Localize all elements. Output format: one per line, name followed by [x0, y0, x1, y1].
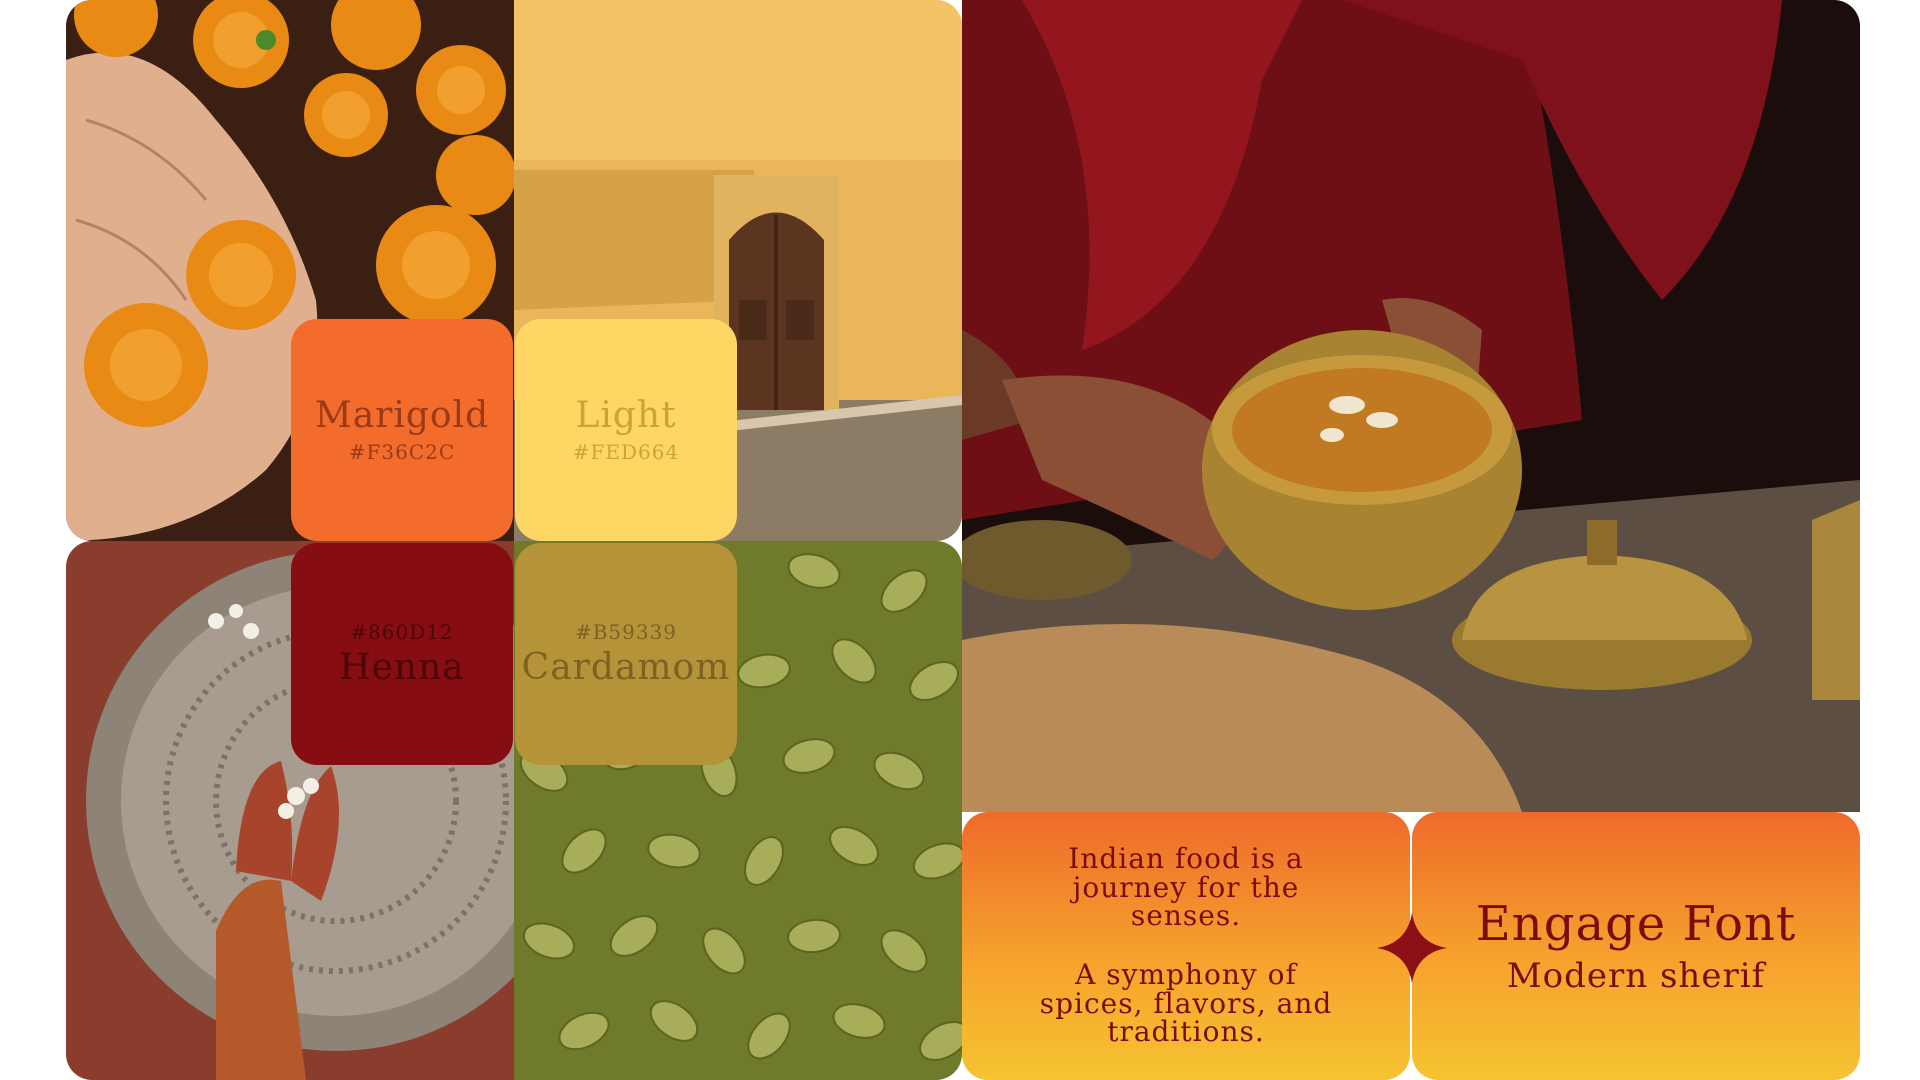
font-name: Engage Font	[1475, 896, 1797, 952]
quote-line: journey for the	[1072, 870, 1300, 904]
quote-line: A symphony of	[1075, 958, 1297, 991]
swatch-marigold-hex: #F36C2C	[348, 439, 456, 464]
four-point-star-icon	[1377, 913, 1447, 983]
quote-line: senses.	[1130, 899, 1242, 933]
quote-line: spices, flavors, and	[1039, 986, 1333, 1020]
quote-line: traditions.	[1107, 1015, 1265, 1049]
quote-line: Indian food is a	[1068, 842, 1304, 876]
swatch-marigold: Marigold #F36C2C	[291, 319, 513, 541]
swatch-cardamom-name: Cardamom	[521, 647, 731, 689]
font-type: Modern sherif	[1506, 956, 1766, 996]
swatch-light-hex: #FED664	[572, 439, 680, 464]
swatch-henna: #860D12 Henna	[291, 543, 513, 765]
swatch-cardamom-hex: #B59339	[574, 620, 678, 645]
swatch-marigold-name: Marigold	[314, 395, 490, 437]
swatch-light: Light #FED664	[515, 319, 737, 541]
swatch-light-name: Light	[575, 395, 677, 437]
swatch-henna-hex: #860D12	[350, 620, 454, 645]
brass-bowl-food-photo	[962, 0, 1860, 812]
swatch-henna-name: Henna	[339, 647, 465, 689]
font-card: Engage Font Modern sherif	[1412, 812, 1860, 1080]
quote-card: Indian food is a journey for the senses.…	[962, 812, 1410, 1080]
swatch-cardamom: #B59339 Cardamom	[515, 543, 737, 765]
